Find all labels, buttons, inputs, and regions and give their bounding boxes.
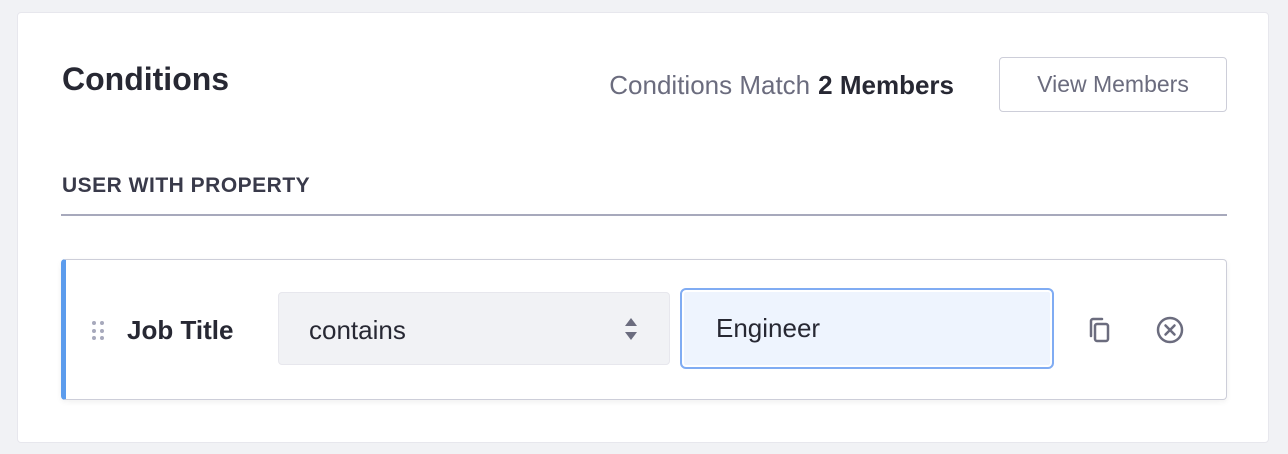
property-label: Job Title [127, 315, 234, 345]
copy-icon[interactable] [1082, 312, 1118, 348]
conditions-match-summary: Conditions Match 2 Members [609, 69, 954, 101]
up-down-caret-icon [625, 318, 637, 340]
conditions-panel: Conditions Conditions Match 2 Members Vie… [17, 12, 1269, 443]
criteria-value-input[interactable] [680, 288, 1054, 369]
section-divider [61, 214, 1227, 216]
view-members-button[interactable]: View Members [999, 57, 1227, 112]
criteria-row: Job Title contains [61, 259, 1227, 400]
operator-selected-value: contains [309, 315, 406, 345]
panel-title: Conditions [62, 61, 230, 97]
members-count: 2 Members [818, 70, 954, 100]
operator-select[interactable]: contains [278, 292, 670, 365]
conditions-match-label: Conditions Match [609, 70, 811, 100]
drag-handle-icon[interactable] [92, 321, 104, 341]
section-label: USER WITH PROPERTY [62, 174, 311, 197]
remove-circle-icon[interactable] [1152, 312, 1188, 348]
